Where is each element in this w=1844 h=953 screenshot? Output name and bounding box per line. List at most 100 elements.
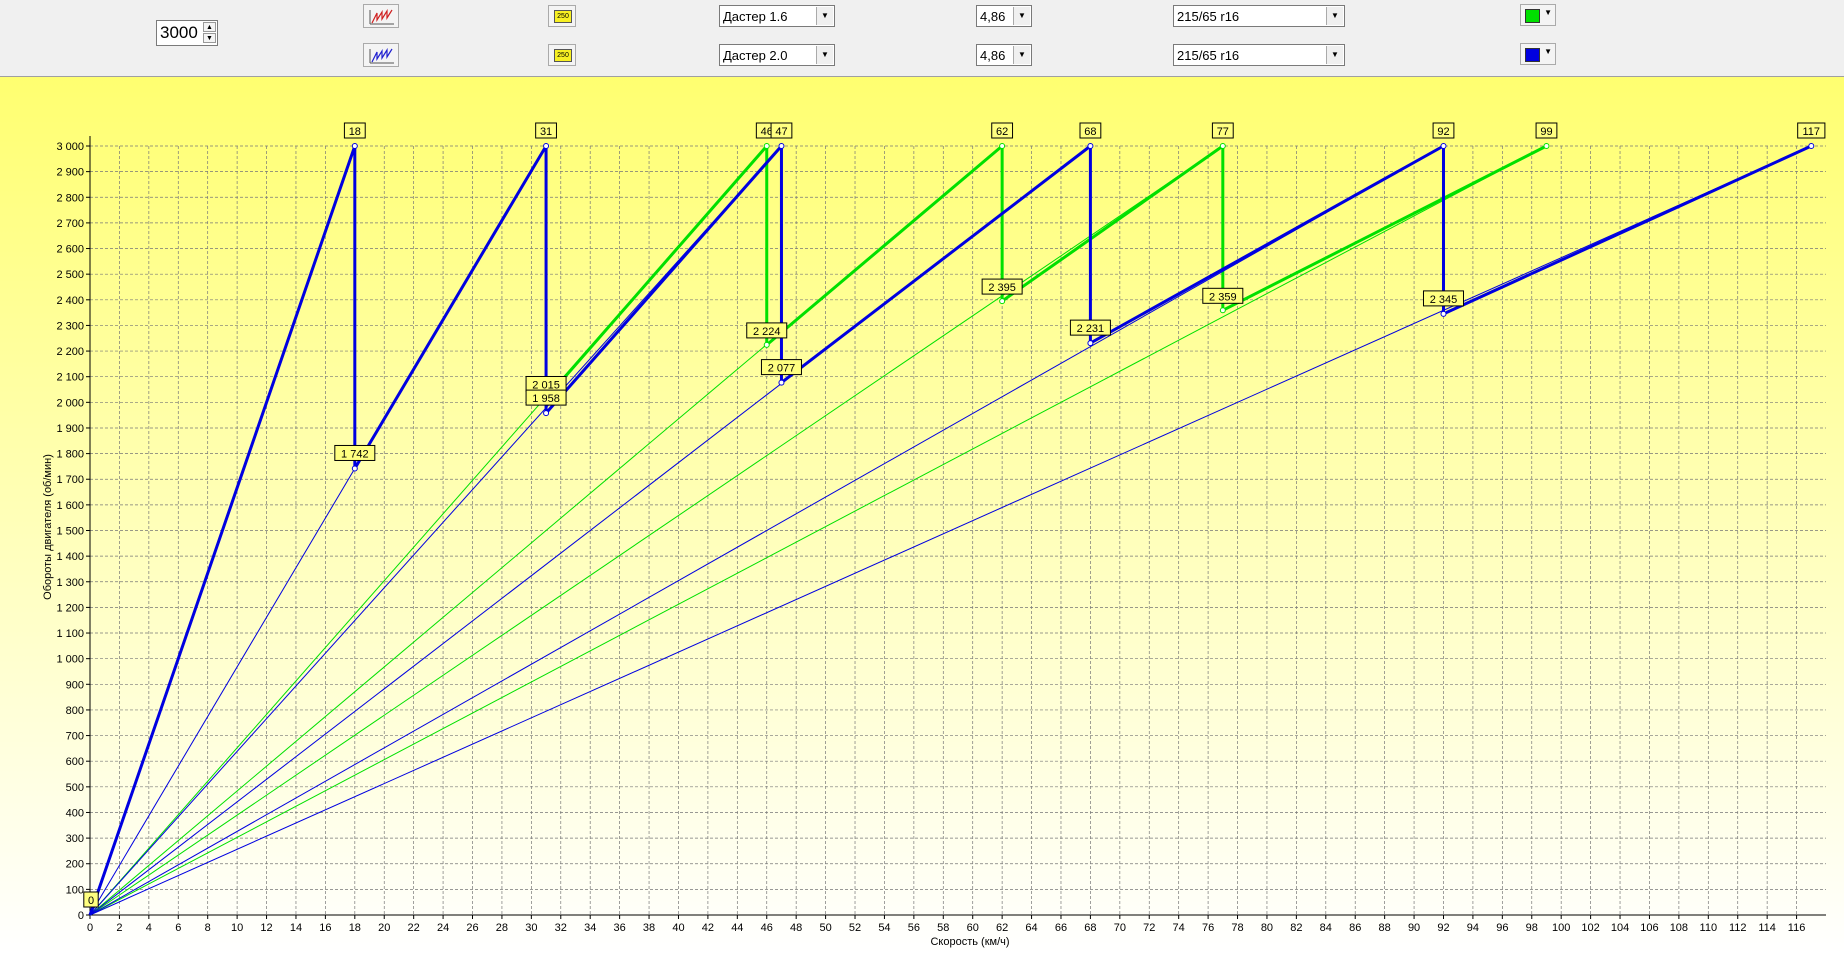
x-tick-label: 74 [1173,922,1185,934]
profile-select-2[interactable]: Дастер 2.0 ▼ [719,44,835,66]
shift-marker [763,341,770,348]
y-tick-label: 1 800 [56,449,84,461]
x-tick-label: 76 [1202,922,1214,934]
x-tick-label: 4 [146,922,152,934]
x-tick-label: 62 [996,922,1008,934]
color-swatch [1525,48,1540,62]
x-tick-label: 86 [1349,922,1361,934]
shift-marker [778,379,785,386]
rpm-spinner[interactable]: 3000 ▲ ▼ [156,20,218,46]
chart-toggle-button-1[interactable] [363,4,399,28]
x-tick-label: 34 [584,922,596,934]
chart-background [0,77,1844,953]
x-tick-label: 66 [1055,922,1067,934]
top-marker [1219,143,1226,149]
x-tick-label: 82 [1290,922,1302,934]
y-tick-label: 2 500 [56,269,84,281]
spin-up-icon[interactable]: ▲ [203,22,216,32]
y-tick-label: 2 900 [56,167,84,179]
x-tick-label: 116 [1788,922,1806,934]
top-marker [1543,143,1550,149]
shift-rpm-label: 1 958 [532,393,560,405]
spin-down-icon[interactable]: ▼ [203,33,216,43]
x-tick-label: 40 [672,922,684,934]
shift-rpm-label: 2 224 [753,326,781,338]
x-tick-label: 26 [466,922,478,934]
label-badge-icon: 250 [554,49,572,62]
chevron-down-icon[interactable]: ▼ [1326,46,1343,64]
shift-marker [1219,307,1226,314]
chevron-down-icon[interactable]: ▼ [816,7,833,25]
x-tick-label: 90 [1408,922,1420,934]
x-tick-label: 96 [1496,922,1508,934]
color-picker-1[interactable]: ▼ [1520,4,1556,26]
x-tick-label: 112 [1729,922,1747,934]
x-tick-label: 54 [878,922,890,934]
chart-icon [369,47,394,64]
shift-rpm-label: 2 077 [768,363,796,375]
x-tick-label: 12 [260,922,272,934]
x-tick-label: 72 [1143,922,1155,934]
x-tick-label: 52 [849,922,861,934]
y-tick-label: 100 [66,884,84,896]
tire-select-2[interactable]: 215/65 r16 ▼ [1173,44,1345,66]
shift-rpm-label: 2 395 [988,282,1016,294]
top-marker [1087,143,1094,149]
x-tick-label: 2 [116,922,122,934]
toolbar: 3000 ▲ ▼ 250 Дастер 1.6 ▼ 4,86 ▼ 215/65 … [0,0,1844,77]
top-marker [351,143,358,149]
x-tick-label: 92 [1437,922,1449,934]
x-tick-label: 16 [319,922,331,934]
color-picker-2[interactable]: ▼ [1520,43,1556,65]
chevron-down-icon[interactable]: ▼ [1013,7,1030,25]
top-marker [778,143,785,149]
x-tick-label: 44 [731,922,743,934]
ratio-select-1[interactable]: 4,86 ▼ [976,5,1032,27]
top-speed-label: 68 [1084,126,1096,138]
tire-value: 215/65 r16 [1177,48,1240,63]
tire-select-1[interactable]: 215/65 r16 ▼ [1173,5,1345,27]
y-tick-label: 1 500 [56,526,84,538]
top-marker [763,143,770,149]
chevron-down-icon[interactable]: ▼ [1326,7,1343,25]
x-tick-label: 36 [614,922,626,934]
y-tick-label: 3 000 [56,141,84,153]
label-toggle-button-1[interactable]: 250 [548,5,576,27]
shift-marker [543,410,550,417]
x-tick-label: 38 [643,922,655,934]
y-tick-label: 500 [66,782,84,794]
chevron-down-icon[interactable]: ▼ [816,46,833,64]
y-tick-label: 2 200 [56,346,84,358]
x-tick-label: 88 [1379,922,1391,934]
x-tick-label: 104 [1611,922,1629,934]
x-tick-label: 58 [937,922,949,934]
chevron-down-icon[interactable]: ▼ [1013,46,1030,64]
chevron-down-icon: ▼ [1544,8,1552,17]
ratio-select-2[interactable]: 4,86 ▼ [976,44,1032,66]
y-tick-label: 2 300 [56,320,84,332]
x-tick-label: 32 [555,922,567,934]
tire-value: 215/65 r16 [1177,9,1240,24]
x-tick-label: 10 [231,922,243,934]
origin-label: 0 [88,895,94,907]
x-tick-label: 102 [1581,922,1599,934]
shift-marker [999,298,1006,305]
x-tick-label: 78 [1231,922,1243,934]
chart-toggle-button-2[interactable] [363,43,399,67]
y-tick-label: 1 100 [56,628,84,640]
label-toggle-button-2[interactable]: 250 [548,44,576,66]
x-tick-label: 84 [1320,922,1332,934]
y-tick-label: 1 400 [56,551,84,563]
color-swatch [1525,9,1540,23]
top-speed-label: 47 [775,126,787,138]
profile-select-1[interactable]: Дастер 1.6 ▼ [719,5,835,27]
x-tick-label: 0 [87,922,93,934]
y-tick-label: 400 [66,807,84,819]
top-speed-label: 62 [996,126,1008,138]
x-tick-label: 20 [378,922,390,934]
x-tick-label: 14 [290,922,302,934]
y-tick-label: 1 200 [56,602,84,614]
x-tick-label: 24 [437,922,449,934]
x-tick-label: 110 [1700,922,1718,934]
shift-marker [1087,340,1094,347]
